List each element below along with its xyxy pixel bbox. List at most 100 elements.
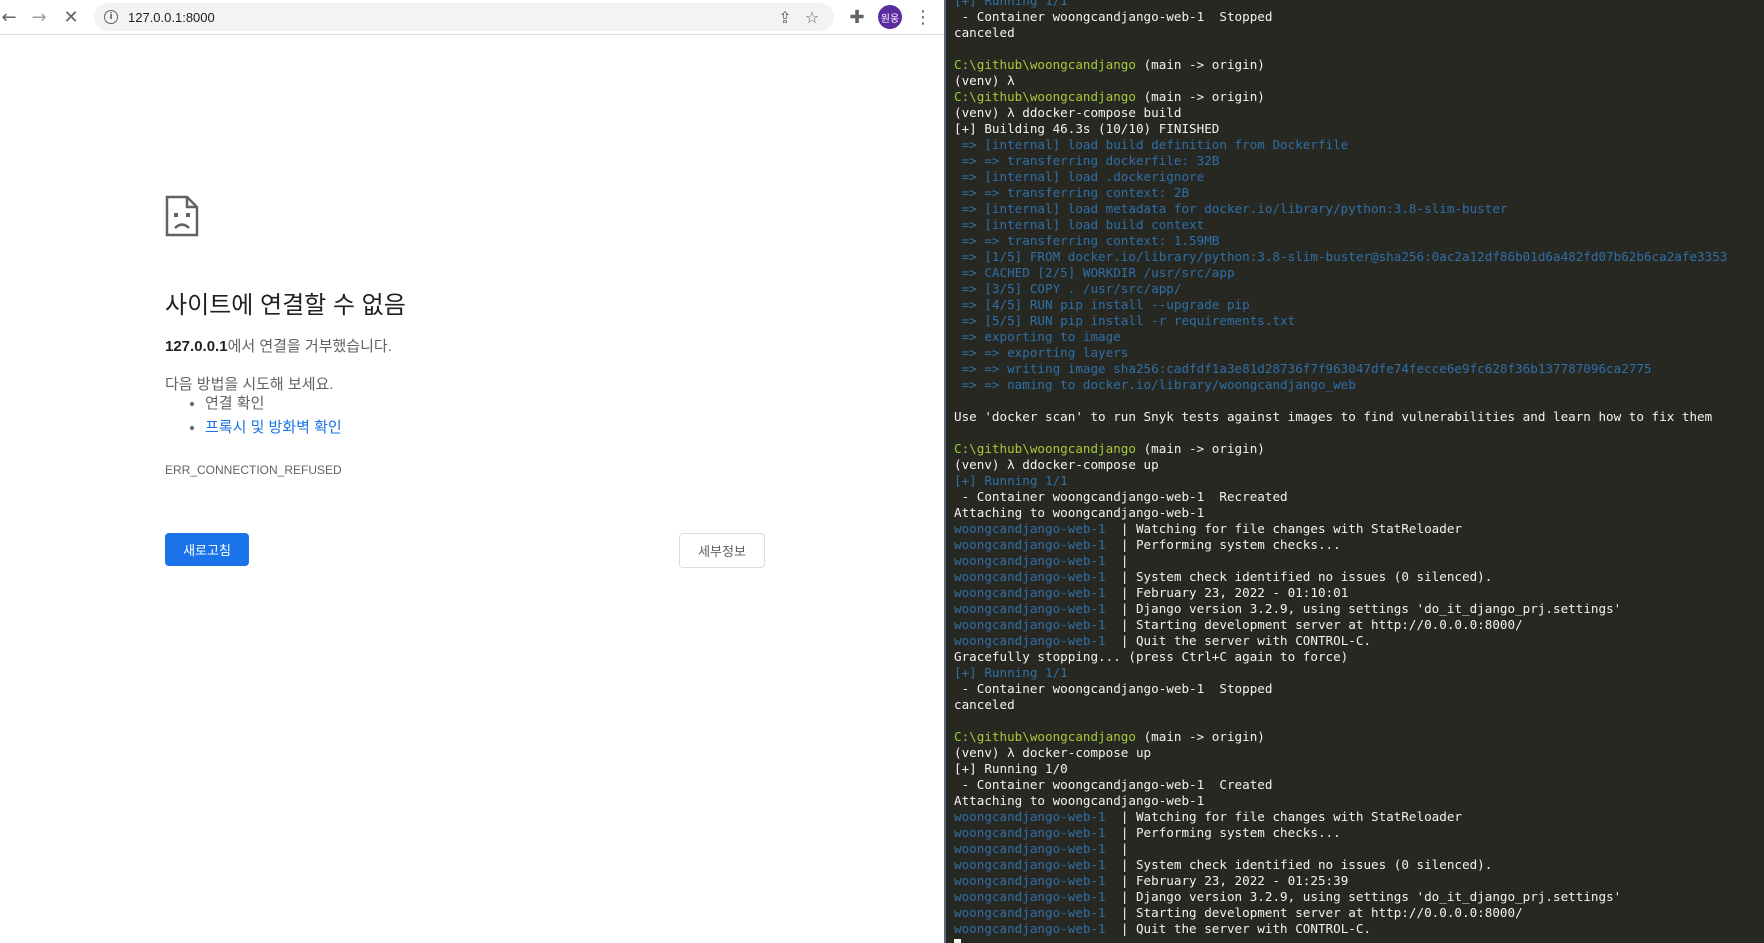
forward-arrow-icon[interactable]: → [26,4,52,30]
terminal-line-suffix: (main -> origin) [1135,89,1265,104]
terminal-line: (venv) λ ddocker-compose build [954,105,1727,121]
terminal-line-text: [+] Running 1/1 [954,473,1068,488]
terminal-line-text: C:\github\woongcandjango [954,57,1136,72]
terminal-line-text: woongcandjango-web-1 [954,617,1121,632]
terminal-line-text: canceled [954,697,1015,712]
avatar[interactable]: 원웅 [878,5,902,29]
terminal-line: woongcandjango-web-1 | Django version 3.… [954,889,1727,905]
terminal-cursor-line [954,937,1727,943]
error-desc-text: 에서 연결을 거부했습니다. [227,338,392,355]
reload-button[interactable]: 새로고침 [165,533,249,566]
terminal-line-suffix: | [1120,841,1129,856]
terminal-line-text: [+] Running 1/0 [954,761,1068,776]
suggestion-check-proxy-link[interactable]: 프록시 및 방화벽 확인 [205,419,342,436]
site-info-icon[interactable]: i [104,10,118,24]
more-vert-icon[interactable]: ⋮ [910,4,936,30]
terminal-line: => => transferring context: 1.59MB [954,233,1727,249]
suggestion-item: 연결 확인 [205,395,342,413]
terminal-line: => [internal] load metadata for docker.i… [954,201,1727,217]
terminal-line-text: woongcandjango-web-1 [954,601,1121,616]
terminal-line: woongcandjango-web-1 | Django version 3.… [954,601,1727,617]
terminal-line-suffix: | System check identified no issues (0 s… [1120,857,1493,872]
terminal-line-text: (venv) λ docker-compose up [954,745,1152,760]
terminal-line: Attaching to woongcandjango-web-1 [954,505,1727,521]
terminal-line-text: [+] Running 1/1 [954,665,1068,680]
terminal-line-text: (venv) λ ddocker-compose up [954,457,1159,472]
terminal-line-text: => [5/5] RUN pip install -r requirements… [954,313,1296,328]
terminal-line-text: => => exporting layers [954,345,1129,360]
terminal-line: [+] Building 46.3s (10/10) FINISHED [954,121,1727,137]
terminal-line-text: - Container woongcandjango-web-1 Recreat… [954,489,1288,504]
suggestion-list: 연결 확인 프록시 및 방화벽 확인 [165,395,342,443]
error-description: 127.0.0.1에서 연결을 거부했습니다. [165,335,392,356]
terminal-line-suffix: | System check identified no issues (0 s… [1120,569,1493,584]
terminal-line: => => naming to docker.io/library/woongc… [954,377,1727,393]
terminal-line-text: C:\github\woongcandjango [954,729,1136,744]
terminal-line: => [internal] load build definition from… [954,137,1727,153]
terminal-line-text: woongcandjango-web-1 [954,921,1121,936]
terminal-window[interactable]: [+] Running 1/1 - Container woongcandjan… [946,0,1764,943]
terminal-line: woongcandjango-web-1 | Performing system… [954,537,1727,553]
terminal-line-text: => CACHED [2/5] WORKDIR /usr/src/app [954,265,1235,280]
terminal-line: (venv) λ docker-compose up [954,745,1727,761]
share-icon[interactable]: ⇪ [774,6,796,28]
terminal-line: woongcandjango-web-1 | February 23, 2022… [954,873,1727,889]
terminal-line-text: => [internal] load build context [954,217,1205,232]
terminal-line-text: woongcandjango-web-1 [954,873,1121,888]
terminal-line-text: (venv) λ ddocker-compose build [954,105,1182,120]
terminal-line-suffix: | Starting development server at http://… [1120,617,1523,632]
terminal-line: [+] Running 1/0 [954,761,1727,777]
terminal-line-suffix: | Watching for file changes with StatRel… [1120,809,1463,824]
terminal-line: woongcandjango-web-1 | Quit the server w… [954,921,1727,937]
terminal-line: woongcandjango-web-1 | [954,553,1727,569]
browser-toolbar: ← → ✕ i 127.0.0.1:8000 ⇪ ☆ ✚ 원웅 ⋮ [0,0,944,35]
details-button[interactable]: 세부정보 [679,533,765,568]
bookmark-star-icon[interactable]: ☆ [801,6,823,28]
terminal-line-text: => [3/5] COPY . /usr/src/app/ [954,281,1182,296]
terminal-line-text: C:\github\woongcandjango [954,441,1136,456]
terminal-line-text: => [internal] load metadata for docker.i… [954,201,1508,216]
error-host: 127.0.0.1 [165,338,228,355]
terminal-line-text: Attaching to woongcandjango-web-1 [954,793,1205,808]
error-code: ERR_CONNECTION_REFUSED [165,463,342,477]
terminal-line-text: Attaching to woongcandjango-web-1 [954,505,1205,520]
url-text[interactable]: 127.0.0.1:8000 [128,10,215,25]
terminal-line-text: [+] Running 1/1 [954,0,1068,8]
extensions-puzzle-icon[interactable]: ✚ [844,4,870,30]
address-bar[interactable]: i 127.0.0.1:8000 ⇪ ☆ [94,3,834,31]
terminal-line: [+] Running 1/1 [954,473,1727,489]
terminal-line: canceled [954,697,1727,713]
terminal-line-text: - Container woongcandjango-web-1 Stopped [954,681,1273,696]
terminal-line-text: woongcandjango-web-1 [954,889,1121,904]
terminal-line: => [5/5] RUN pip install -r requirements… [954,313,1727,329]
terminal-line-text: woongcandjango-web-1 [954,633,1121,648]
terminal-line: C:\github\woongcandjango (main -> origin… [954,89,1727,105]
terminal-line: => [1/5] FROM docker.io/library/python:3… [954,249,1728,265]
stop-loading-icon[interactable]: ✕ [58,4,84,30]
terminal-output: [+] Running 1/1 - Container woongcandjan… [954,0,1727,943]
terminal-line-suffix: | Performing system checks... [1120,825,1341,840]
terminal-line: canceled [954,25,1727,41]
terminal-line-text: => => transferring context: 2B [954,185,1190,200]
terminal-line: woongcandjango-web-1 | System check iden… [954,569,1727,585]
terminal-line: (venv) λ [954,73,1727,89]
terminal-line-suffix: | [1120,553,1129,568]
terminal-line: => [internal] load .dockerignore [954,169,1727,185]
terminal-line-text: => [4/5] RUN pip install --upgrade pip [954,297,1250,312]
back-arrow-icon[interactable]: ← [0,4,22,30]
terminal-line-text: => [internal] load .dockerignore [954,169,1205,184]
error-title: 사이트에 연결할 수 없음 [165,292,406,319]
terminal-line-text: => => naming to docker.io/library/woongc… [954,377,1356,392]
terminal-line-text: woongcandjango-web-1 [954,569,1121,584]
terminal-line: => => exporting layers [954,345,1727,361]
terminal-line-suffix: | Django version 3.2.9, using settings '… [1120,601,1622,616]
terminal-line: woongcandjango-web-1 | Performing system… [954,825,1727,841]
terminal-line-text: woongcandjango-web-1 [954,537,1121,552]
terminal-line-suffix: | Watching for file changes with StatRel… [1120,521,1463,536]
terminal-line-suffix: (main -> origin) [1135,441,1265,456]
terminal-line-text: [+] Building 46.3s (10/10) FINISHED [954,121,1220,136]
terminal-line-text: - Container woongcandjango-web-1 Created [954,777,1273,792]
